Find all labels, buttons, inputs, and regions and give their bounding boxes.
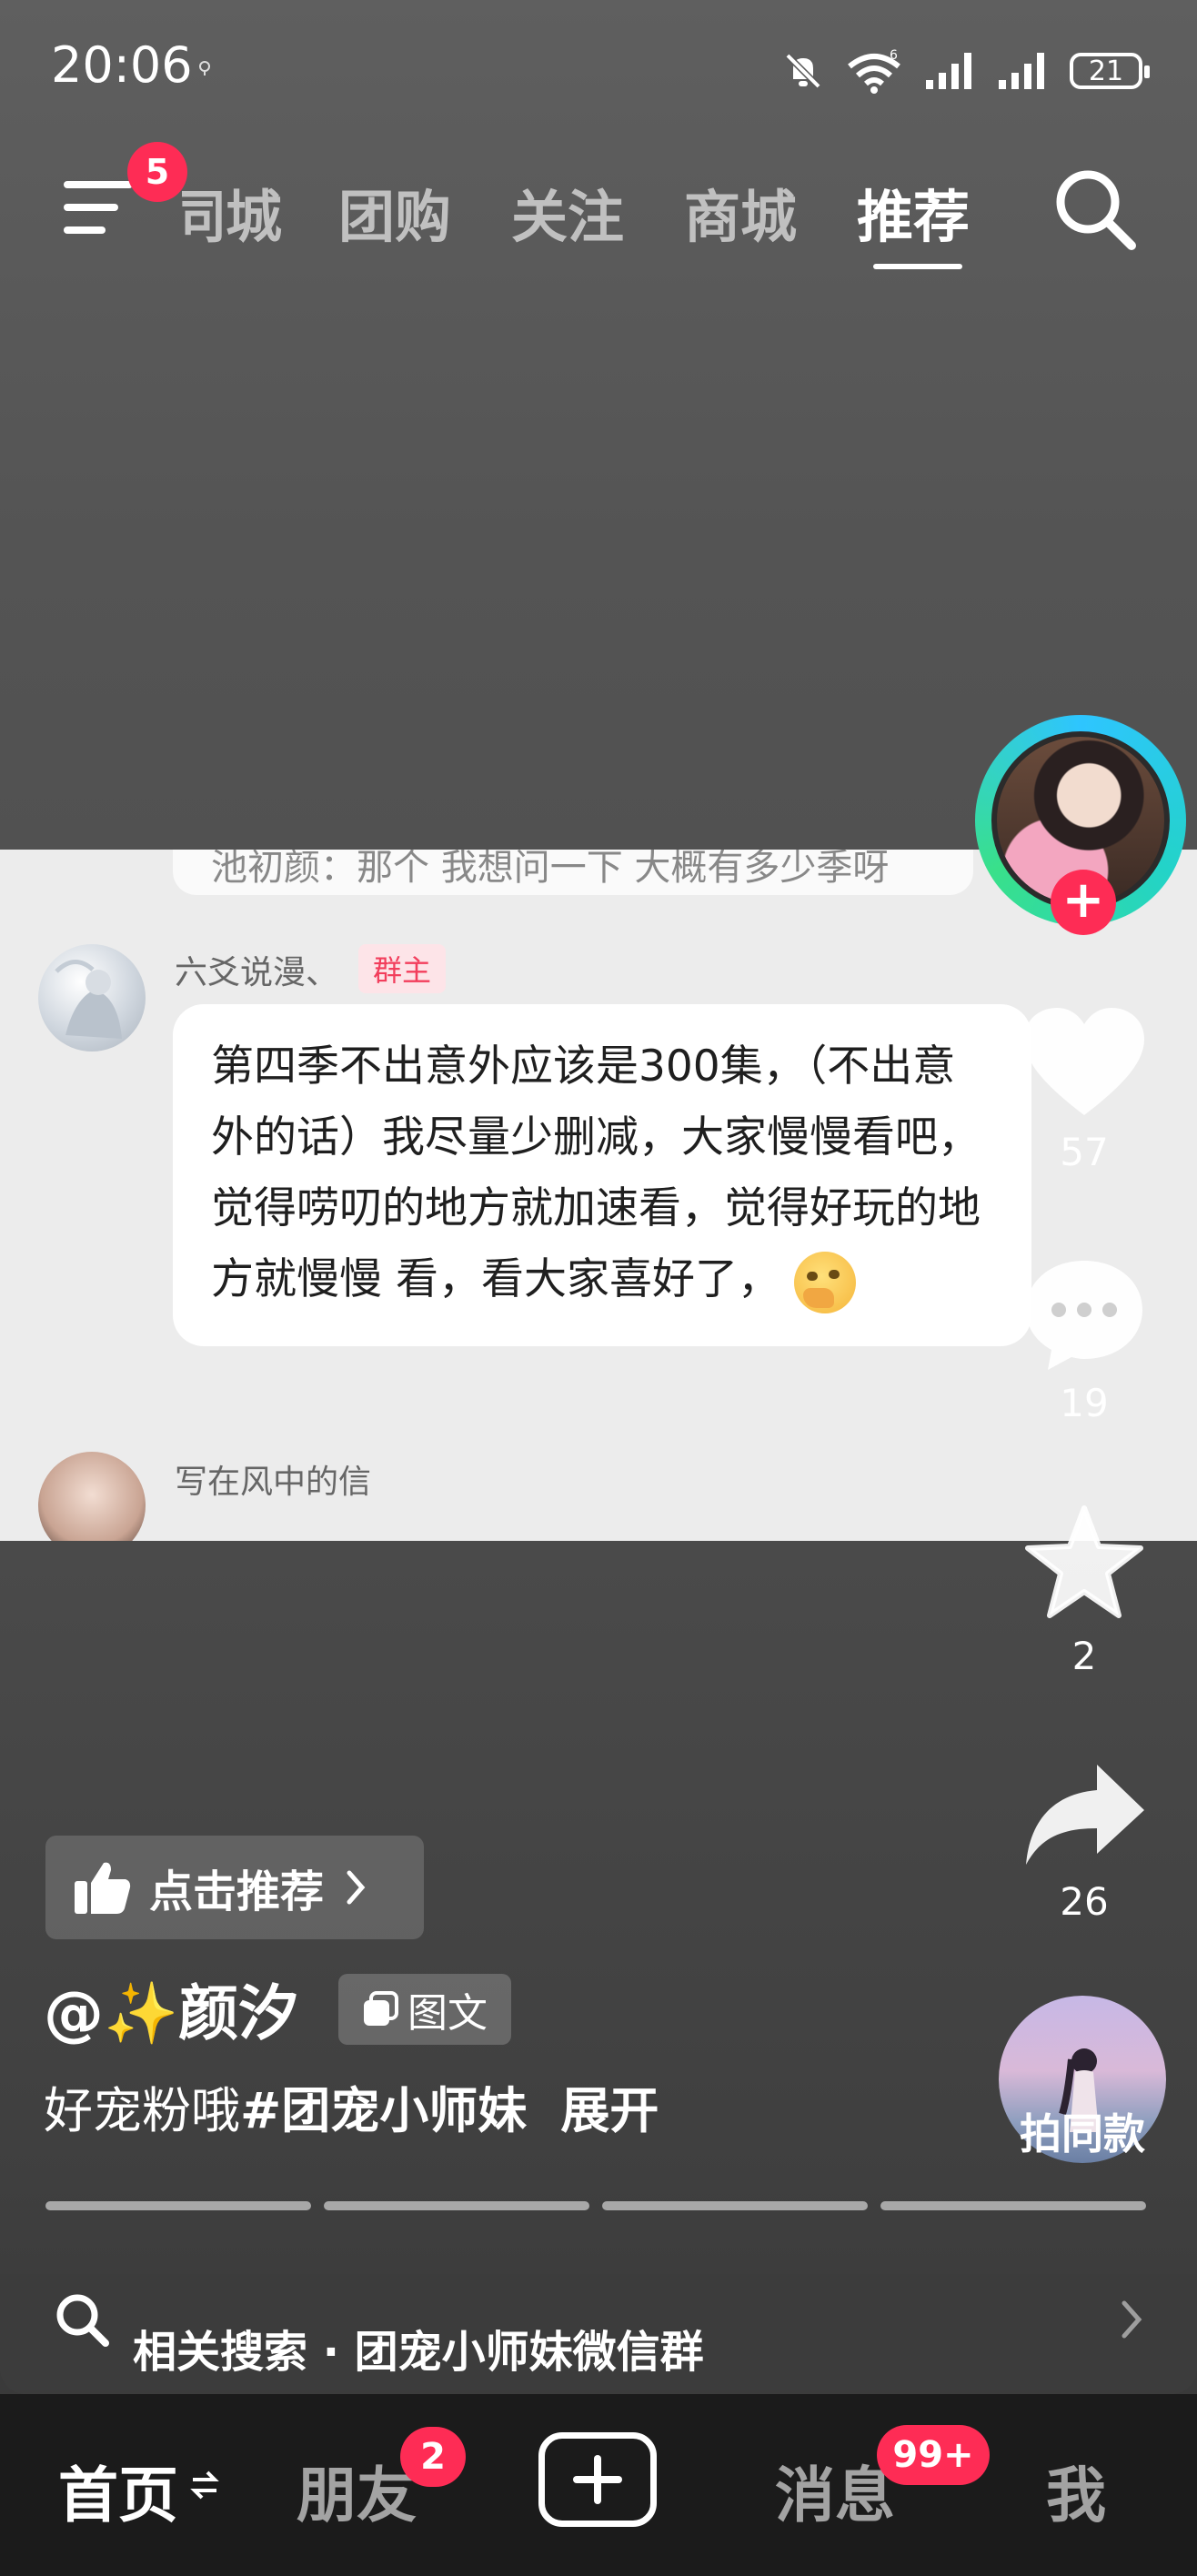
- active-tab-indicator: [873, 264, 962, 269]
- comment-icon[interactable]: [1021, 1255, 1148, 1374]
- image-text-icon: [364, 1991, 398, 2026]
- menu-icon[interactable]: [64, 177, 133, 237]
- thinking-emoji-icon: [793, 1251, 856, 1313]
- status-time: 20:06: [51, 36, 193, 94]
- chevron-right-icon: [347, 1870, 366, 1905]
- favorite-count: 2: [1071, 1634, 1097, 1678]
- search-icon[interactable]: [1050, 164, 1141, 255]
- tab-nearby[interactable]: 同城: [182, 171, 282, 253]
- progress-segment: [45, 2201, 311, 2210]
- chevron-right-icon: [1122, 2300, 1142, 2339]
- thumbs-up-icon: [75, 1862, 131, 1914]
- comment-text: 第四季不出意外应该是300集，（不出意外的话）我尽量少删减，大家慢慢看吧，觉得唠…: [211, 1041, 981, 1304]
- status-icons: 6 21: [782, 44, 1150, 98]
- tab-following[interactable]: 关注: [511, 171, 624, 253]
- caption-text: 好宠粉哦#团宠小师妹 展开: [44, 2070, 659, 2142]
- wifi-icon: 6: [848, 48, 900, 94]
- tab-recommend[interactable]: 推荐: [857, 171, 970, 253]
- share-count: 26: [1060, 1879, 1109, 1924]
- expand-link[interactable]: 展开: [560, 2082, 659, 2139]
- app-screen: 20:06 6 21 5 同城 团购 关注 商城 推荐 池初颜：那个 我想问一下…: [0, 0, 1197, 2576]
- signal-icon: [999, 53, 1044, 89]
- hashtag-link[interactable]: #团宠小师妹: [240, 2082, 527, 2139]
- progress-segment: [880, 2201, 1146, 2210]
- signal-icon: [926, 53, 971, 89]
- mute-bell-icon: [785, 53, 821, 89]
- friends-badge: 2: [400, 2427, 466, 2487]
- post-image[interactable]: 池初颜：那个 我想问一下 大概有多少季呀 六爻说漫、 群主 第四季不出意外应该是…: [0, 850, 1197, 1541]
- swap-arrows-icon[interactable]: [189, 2467, 220, 2503]
- progress-segment: [324, 2201, 589, 2210]
- commenter-name: 写在风中的信: [175, 1464, 372, 1501]
- svg-text:6: 6: [890, 48, 898, 63]
- create-button[interactable]: [538, 2432, 657, 2527]
- previous-comment: 池初颜：那个 我想问一下 大概有多少季呀: [173, 850, 973, 895]
- related-search-text: 相关搜索 · 团宠小师妹微信群: [133, 2327, 704, 2378]
- recommend-label: 点击推荐: [149, 1867, 325, 1917]
- menu-badge: 5: [127, 142, 187, 202]
- search-icon: [56, 2294, 109, 2347]
- recommend-button[interactable]: 点击推荐: [45, 1836, 424, 1939]
- heart-icon[interactable]: [1021, 1004, 1148, 1122]
- notification-dot-icon: [199, 61, 210, 75]
- post-type-label: 图文: [407, 1990, 488, 2037]
- comment-bubble: 第四季不出意外应该是300集，（不出意外的话）我尽量少删减，大家慢慢看吧，觉得唠…: [173, 1004, 1031, 1346]
- comment-count: 19: [1060, 1381, 1109, 1425]
- post-type-tag: 图文: [338, 1974, 511, 2045]
- nav-home[interactable]: 首页: [58, 2447, 178, 2534]
- nav-me[interactable]: 我: [1046, 2447, 1106, 2534]
- progress-segment: [602, 2201, 868, 2210]
- share-icon[interactable]: [1021, 1757, 1148, 1876]
- avatar: [38, 944, 146, 1052]
- commenter-name: 六爻说漫、: [175, 954, 339, 991]
- star-icon[interactable]: [1021, 1504, 1148, 1623]
- author-name[interactable]: @✨颜汐: [44, 1965, 298, 2052]
- battery-icon: 21: [1070, 53, 1150, 89]
- tab-group-buy[interactable]: 团购: [338, 171, 451, 253]
- caption-body: 好宠粉哦: [44, 2082, 240, 2139]
- battery-level: 21: [1088, 55, 1124, 87]
- plus-icon: [573, 2455, 622, 2504]
- messages-badge: 99+: [877, 2425, 990, 2485]
- nav-friends[interactable]: 朋友: [297, 2447, 417, 2534]
- tab-mall[interactable]: 商城: [684, 171, 797, 253]
- same-style-label: 拍同款: [1020, 2109, 1145, 2158]
- follow-plus-icon[interactable]: +: [1051, 870, 1116, 935]
- group-owner-badge: 群主: [358, 944, 447, 993]
- like-count: 57: [1060, 1130, 1109, 1174]
- avatar: [38, 1452, 146, 1541]
